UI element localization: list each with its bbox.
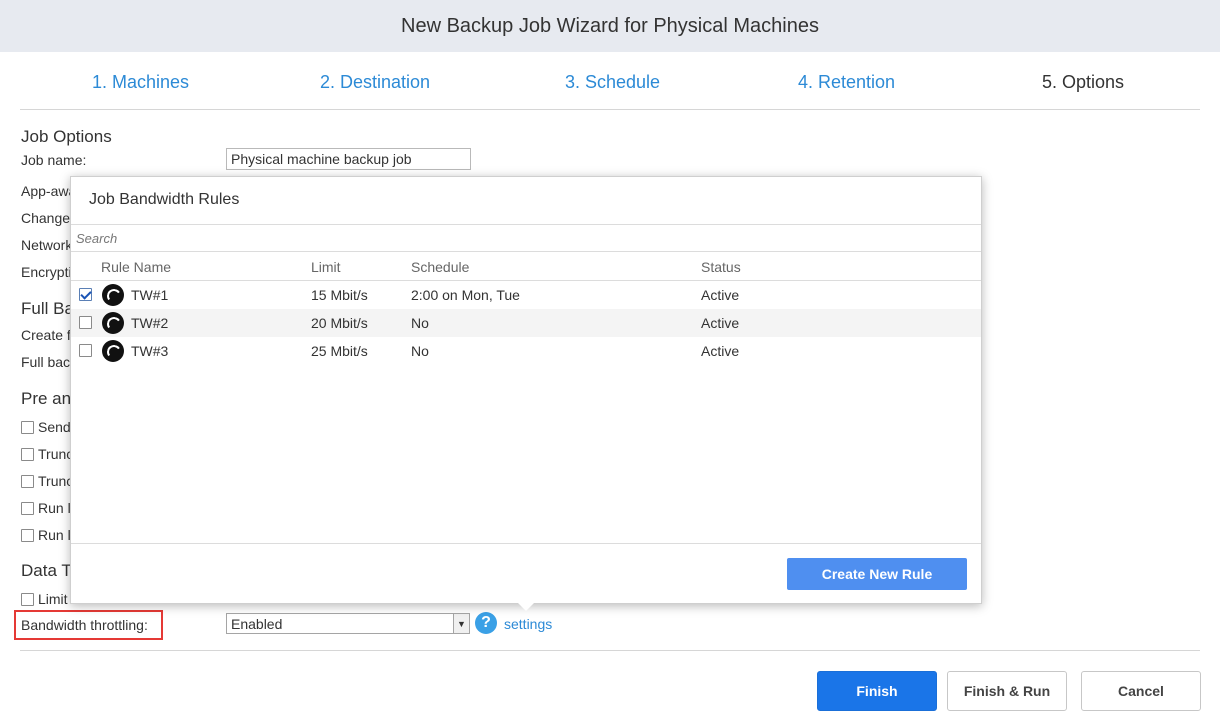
change-tracking-label: Change: [21, 210, 71, 226]
step-machines[interactable]: 1. Machines: [92, 72, 189, 93]
col-schedule: Schedule: [411, 259, 470, 275]
send-checkbox[interactable]: [21, 420, 34, 434]
popup-footer-divider: [71, 543, 981, 544]
bandwidth-rules-popup: Job Bandwidth Rules Search Rule Name Lim…: [70, 176, 982, 604]
bandwidth-rule-icon: [102, 340, 124, 362]
rule-limit: 15 Mbit/s: [311, 287, 368, 303]
rule-schedule: 2:00 on Mon, Tue: [411, 287, 520, 303]
chevron-down-icon[interactable]: ▼: [453, 614, 469, 633]
finish-run-button[interactable]: Finish & Run: [947, 671, 1067, 711]
rule-name: TW#2: [131, 315, 169, 331]
row-checkbox[interactable]: [79, 344, 92, 357]
bandwidth-throttling-select[interactable]: Enabled ▼: [226, 613, 470, 634]
job-options-title: Job Options: [21, 127, 112, 146]
rule-limit: 20 Mbit/s: [311, 315, 368, 331]
bandwidth-rule-icon: [102, 312, 124, 334]
wizard-steps: 1. Machines 2. Destination 3. Schedule 4…: [20, 52, 1200, 110]
rules-search-input[interactable]: Search: [76, 231, 117, 246]
rule-status: Active: [701, 315, 740, 331]
search-divider: [71, 251, 981, 252]
step-options: 5. Options: [1042, 72, 1125, 92]
table-row[interactable]: TW#2 20 Mbit/s No Active: [71, 309, 981, 337]
truncate-checkbox-row-1[interactable]: Trunc: [21, 446, 73, 462]
help-icon[interactable]: ?: [475, 612, 497, 634]
network-acceleration-label: Network: [21, 237, 73, 253]
rule-name: TW#3: [131, 343, 169, 359]
run-script-label-1: Run l: [38, 500, 71, 516]
limit-checkbox-row[interactable]: Limit: [21, 591, 68, 607]
col-limit: Limit: [311, 259, 341, 275]
col-status: Status: [701, 259, 741, 275]
settings-link[interactable]: settings: [504, 616, 552, 632]
truncate-label-2: Trunc: [38, 473, 74, 489]
popup-pointer: [518, 603, 534, 611]
create-full-label: Create f: [21, 327, 71, 343]
table-row[interactable]: TW#1 15 Mbit/s 2:00 on Mon, Tue Active: [71, 281, 981, 309]
truncate-checkbox-2[interactable]: [21, 474, 34, 488]
bandwidth-rule-icon: [102, 284, 124, 306]
send-checkbox-row[interactable]: Send: [21, 419, 71, 435]
popup-title: Job Bandwidth Rules: [89, 191, 240, 208]
row-checkbox-checked[interactable]: [79, 288, 92, 301]
pre-post-title: Pre an: [21, 389, 72, 408]
rule-status: Active: [701, 287, 740, 303]
create-new-rule-button[interactable]: Create New Rule: [787, 558, 967, 590]
table-row[interactable]: TW#3 25 Mbit/s No Active: [71, 337, 981, 365]
finish-button[interactable]: Finish: [817, 671, 937, 711]
bandwidth-throttling-value: Enabled: [231, 616, 283, 632]
run-script-checkbox-row-2[interactable]: Run l: [21, 527, 71, 543]
step-destination[interactable]: 2. Destination: [320, 72, 430, 93]
cancel-button[interactable]: Cancel: [1081, 671, 1201, 711]
send-label: Send: [38, 419, 71, 435]
app-aware-label: App-awa: [21, 183, 77, 199]
step-schedule[interactable]: 3. Schedule: [565, 72, 660, 93]
truncate-checkbox-row-2[interactable]: Trunc: [21, 473, 73, 489]
truncate-checkbox-1[interactable]: [21, 447, 34, 461]
run-script-checkbox-1[interactable]: [21, 501, 34, 515]
run-script-label-2: Run l: [38, 527, 71, 543]
window-title: New Backup Job Wizard for Physical Machi…: [0, 0, 1220, 52]
rule-name: TW#1: [131, 287, 169, 303]
truncate-label-1: Trunc: [38, 446, 74, 462]
run-script-checkbox-row-1[interactable]: Run l: [21, 500, 71, 516]
full-backup-mode-label: Full bac: [21, 354, 71, 370]
col-rule-name: Rule Name: [101, 259, 172, 275]
job-name-label: Job name:: [21, 152, 87, 168]
limit-label: Limit: [38, 591, 68, 607]
step-retention[interactable]: 4. Retention: [798, 72, 895, 93]
rule-schedule: No: [411, 343, 429, 359]
rule-schedule: No: [411, 315, 429, 331]
encryption-label: Encrypti: [21, 264, 72, 280]
full-backup-title: Full Ba: [21, 299, 74, 318]
rule-status: Active: [701, 343, 740, 359]
footer-divider: [20, 650, 1200, 651]
rule-limit: 25 Mbit/s: [311, 343, 368, 359]
data-transfer-title: Data T: [21, 561, 72, 580]
bandwidth-throttling-label: Bandwidth throttling:: [21, 617, 148, 633]
popup-title-divider: [71, 224, 981, 225]
limit-checkbox[interactable]: [21, 592, 34, 606]
run-script-checkbox-2[interactable]: [21, 528, 34, 542]
row-checkbox[interactable]: [79, 316, 92, 329]
job-name-input[interactable]: [226, 148, 471, 170]
